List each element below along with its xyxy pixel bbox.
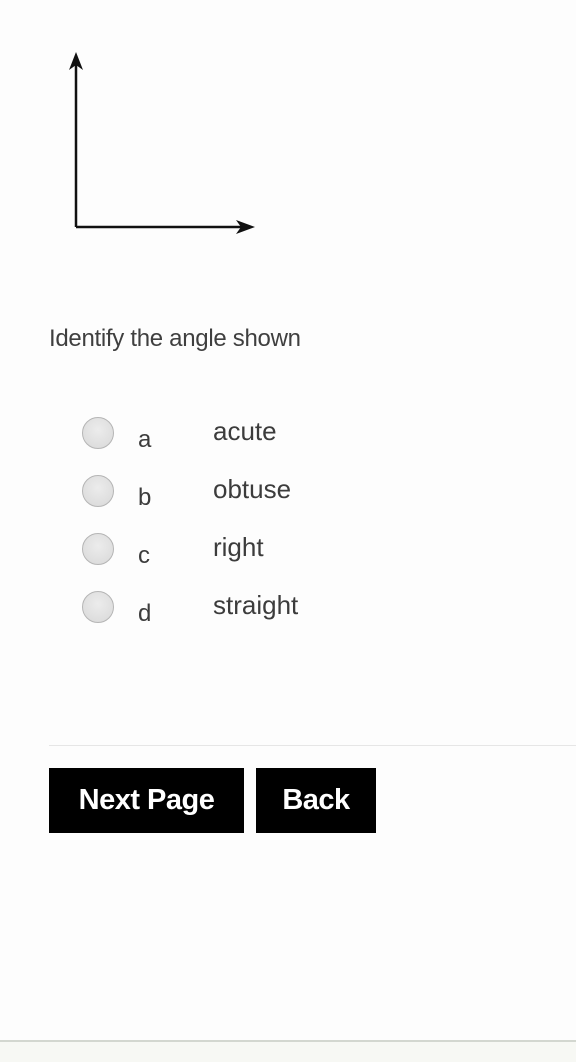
radio-button[interactable] xyxy=(82,591,114,623)
radio-button[interactable] xyxy=(82,533,114,565)
radio-button[interactable] xyxy=(82,417,114,449)
right-angle-figure xyxy=(60,46,270,246)
option-label[interactable]: obtuse xyxy=(213,474,291,505)
option-a[interactable]: a acute xyxy=(82,416,382,474)
option-label[interactable]: straight xyxy=(213,590,298,621)
right-angle-icon xyxy=(69,52,255,234)
footer-bar xyxy=(0,1040,576,1062)
next-page-button[interactable]: Next Page xyxy=(49,768,244,833)
option-c[interactable]: c right xyxy=(82,532,382,590)
option-label[interactable]: acute xyxy=(213,416,277,447)
question-text: Identify the angle shown xyxy=(49,325,301,352)
option-b[interactable]: b obtuse xyxy=(82,474,382,532)
option-letter: c xyxy=(138,542,150,569)
back-button[interactable]: Back xyxy=(256,768,376,833)
option-d[interactable]: d straight xyxy=(82,590,382,648)
answer-options: a acute b obtuse c right d straight xyxy=(82,416,382,648)
option-letter: d xyxy=(138,600,152,627)
option-label[interactable]: right xyxy=(213,532,264,563)
option-letter: b xyxy=(138,484,152,511)
divider xyxy=(49,745,576,746)
option-letter: a xyxy=(138,426,152,453)
radio-button[interactable] xyxy=(82,475,114,507)
